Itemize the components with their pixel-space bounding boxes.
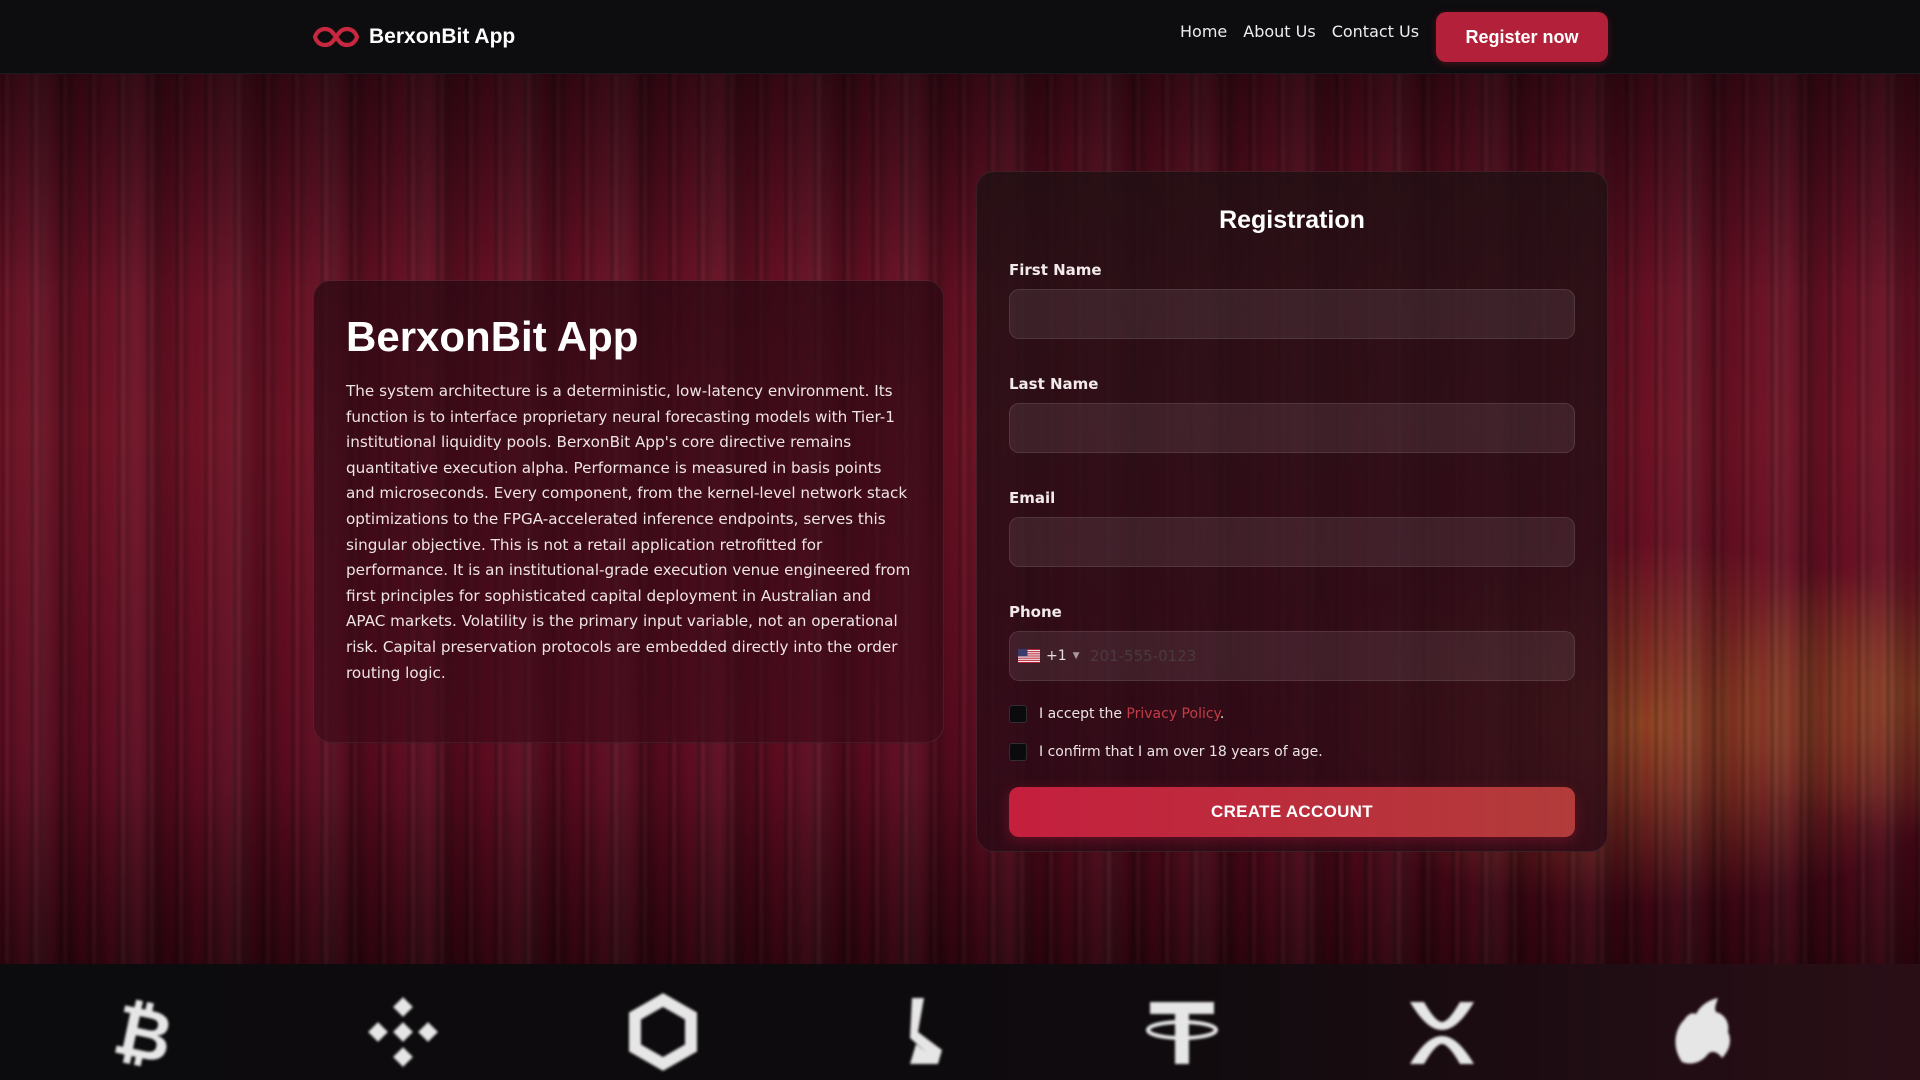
bitcoin-icon: ₿ bbox=[104, 992, 184, 1072]
privacy-checkbox-row: I accept the Privacy Policy. bbox=[1009, 705, 1575, 723]
nav-contact-link[interactable]: Contact Us bbox=[1332, 22, 1419, 41]
hero-background bbox=[0, 74, 1920, 964]
infinity-logo-icon bbox=[313, 26, 359, 48]
privacy-text: I accept the Privacy Policy. bbox=[1039, 706, 1224, 722]
site-header: BerxonBit App Home About Us Contact Us R… bbox=[0, 0, 1920, 74]
register-now-button[interactable]: Register now bbox=[1436, 12, 1608, 62]
binance-icon bbox=[363, 992, 443, 1072]
brand-logo[interactable]: BerxonBit App bbox=[313, 22, 515, 52]
registration-form: Registration First Name Last Name Email … bbox=[976, 171, 1608, 852]
xrp-icon bbox=[1402, 992, 1482, 1072]
age-checkbox-row: I confirm that I am over 18 years of age… bbox=[1009, 743, 1575, 761]
age-checkbox[interactable] bbox=[1009, 743, 1027, 761]
phone-label: Phone bbox=[1009, 603, 1062, 621]
last-name-label: Last Name bbox=[1009, 375, 1099, 393]
brand-name: BerxonBit App bbox=[369, 25, 516, 48]
last-name-input[interactable] bbox=[1009, 403, 1575, 453]
privacy-prefix: I accept the bbox=[1039, 706, 1122, 722]
svg-text:₿: ₿ bbox=[107, 992, 180, 1072]
uniswap-icon bbox=[1662, 992, 1742, 1072]
phone-field: +1 ▼ bbox=[1009, 631, 1575, 681]
country-dial-code: +1 bbox=[1046, 648, 1067, 664]
us-flag-icon bbox=[1018, 649, 1040, 663]
email-label: Email bbox=[1009, 489, 1056, 507]
info-description: The system architecture is a determinist… bbox=[346, 382, 911, 682]
registration-title: Registration bbox=[1219, 206, 1365, 234]
email-input[interactable] bbox=[1009, 517, 1575, 567]
first-name-input[interactable] bbox=[1009, 289, 1575, 339]
main-nav: Home About Us Contact Us bbox=[1180, 22, 1419, 41]
nav-home-link[interactable]: Home bbox=[1180, 22, 1227, 41]
tether-icon bbox=[1142, 992, 1222, 1072]
age-confirm-text: I confirm that I am over 18 years of age… bbox=[1039, 744, 1323, 760]
privacy-checkbox[interactable] bbox=[1009, 705, 1027, 723]
chevron-down-icon: ▼ bbox=[1072, 651, 1080, 661]
chainlink-icon bbox=[623, 992, 703, 1072]
info-title: BerxonBit App bbox=[346, 313, 639, 360]
info-card: BerxonBit App The system architecture is… bbox=[313, 280, 944, 743]
coin-logo-strip: ₿ bbox=[0, 964, 1920, 1080]
phone-input[interactable] bbox=[1086, 632, 1574, 680]
nav-about-link[interactable]: About Us bbox=[1243, 22, 1315, 41]
privacy-suffix: . bbox=[1219, 706, 1225, 722]
lisk-icon bbox=[882, 992, 962, 1072]
create-account-button[interactable]: CREATE ACCOUNT bbox=[1009, 787, 1575, 837]
country-code-select[interactable]: +1 ▼ bbox=[1010, 648, 1086, 664]
privacy-policy-link[interactable]: Privacy Policy bbox=[1126, 706, 1219, 722]
first-name-label: First Name bbox=[1009, 261, 1102, 279]
